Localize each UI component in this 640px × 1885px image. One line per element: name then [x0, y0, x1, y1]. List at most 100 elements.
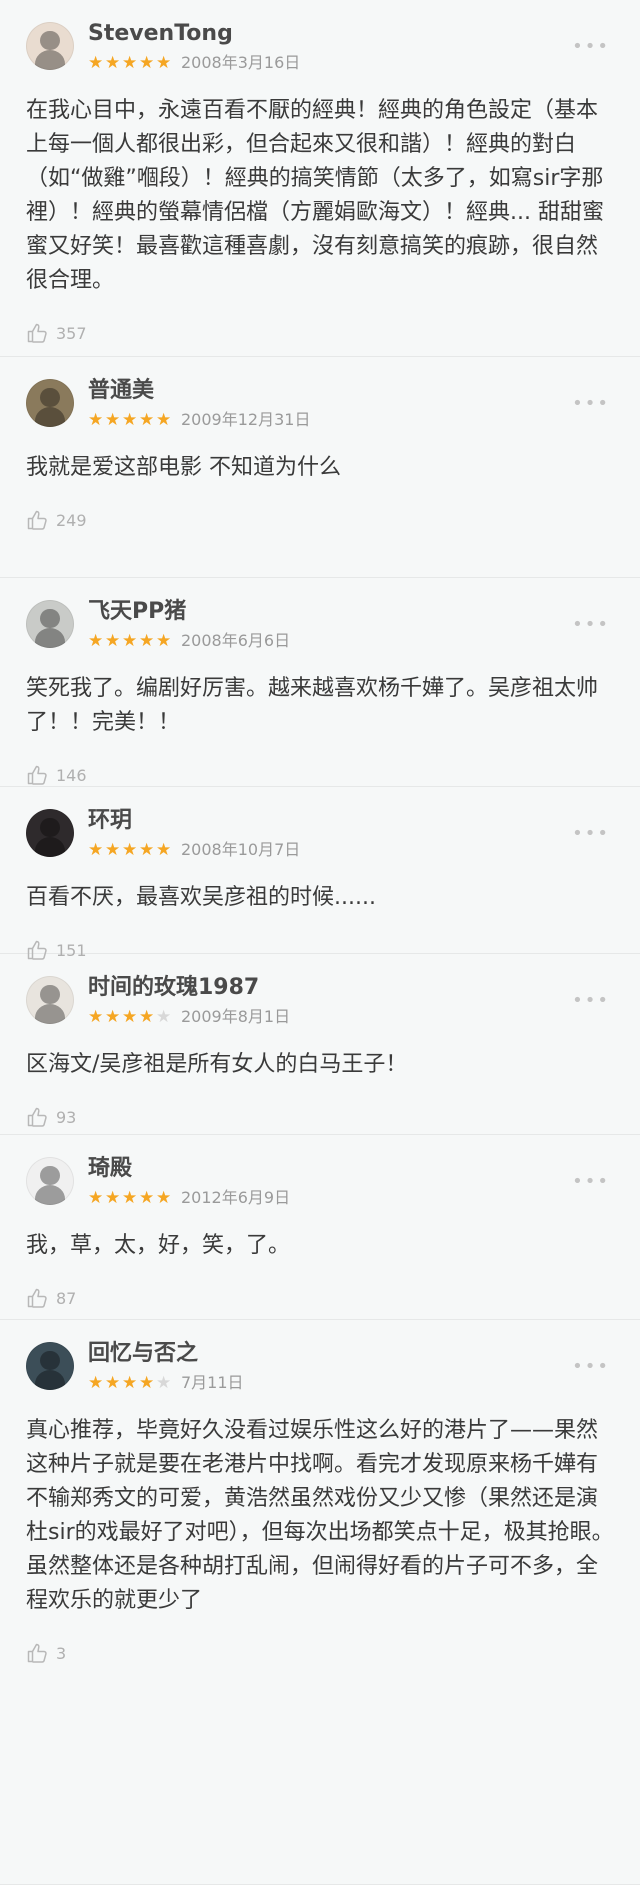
thumbs-up-icon — [27, 765, 47, 785]
review-text: 我，草，太，好，笑，了。 — [26, 1233, 291, 1258]
star-rating: ★ ★ ★ ★ ★ — [88, 1189, 173, 1207]
review-meta: 普通美 ★ ★ ★ ★ ★ 2009年12月31日 — [88, 377, 310, 429]
star-icon: ★ — [139, 410, 155, 430]
review-header: 环玥 ★ ★ ★ ★ ★ 2008年10月7日 — [26, 807, 614, 863]
more-options-icon[interactable]: ••• — [572, 1173, 610, 1191]
rating-line: ★ ★ ★ ★ ★ 2008年10月7日 — [88, 840, 300, 860]
star-icon: ★ — [88, 53, 104, 73]
star-icon: ★ — [88, 1373, 104, 1393]
review-text: 真心推荐，毕竟好久没看过娱乐性这么好的港片了——果然这种片子就是要在老港片中找啊… — [26, 1418, 614, 1613]
more-options-icon[interactable]: ••• — [572, 825, 610, 843]
review-meta: 飞天PP猪 ★ ★ ★ ★ ★ 2008年6月6日 — [88, 598, 291, 651]
star-icon: ★ — [88, 1007, 104, 1027]
review-item: 回忆与否之 ★ ★ ★ ★ ★ 7月11日 ••• 真心推荐，毕竟好久没看过娱乐性这么好… — [0, 1320, 640, 1885]
review-meta: 琦殿 ★ ★ ★ ★ ★ 2012年6月9日 — [88, 1155, 291, 1207]
star-icon: ★ — [156, 1007, 172, 1027]
review-text: 百看不厌，最喜欢吴彦祖的时候...... — [26, 885, 376, 910]
star-icon: ★ — [156, 410, 172, 430]
rating-line: ★ ★ ★ ★ ★ 2009年8月1日 — [88, 1007, 291, 1027]
like-button[interactable]: 93 — [26, 1102, 614, 1132]
star-icon: ★ — [122, 1188, 138, 1208]
avatar[interactable] — [26, 600, 74, 648]
like-count: 3 — [56, 1643, 67, 1663]
star-icon: ★ — [105, 631, 121, 651]
review-header: 回忆与否之 ★ ★ ★ ★ ★ 7月11日 — [26, 1340, 614, 1396]
thumbs-up-icon — [27, 1288, 47, 1308]
review-item: StevenTong ★ ★ ★ ★ ★ 2008年3月16日 ••• 在我心目中，永遠… — [0, 0, 640, 357]
like-button[interactable]: 3 — [26, 1638, 614, 1668]
username[interactable]: StevenTong — [88, 20, 300, 48]
star-icon: ★ — [122, 1373, 138, 1393]
more-options-icon[interactable]: ••• — [572, 395, 610, 413]
avatar[interactable] — [26, 809, 74, 857]
star-icon: ★ — [88, 410, 104, 430]
star-icon: ★ — [122, 840, 138, 860]
star-icon: ★ — [105, 840, 121, 860]
username[interactable]: 环玥 — [88, 807, 300, 835]
review-item: 琦殿 ★ ★ ★ ★ ★ 2012年6月9日 ••• 我，草，太，好，笑，了。 87 — [0, 1135, 640, 1320]
thumbs-up-icon — [27, 323, 47, 343]
like-count: 146 — [56, 765, 87, 785]
star-icon: ★ — [156, 631, 172, 651]
review-text: 我就是爱这部电影 不知道为什么 — [26, 455, 341, 480]
star-icon: ★ — [139, 631, 155, 651]
like-button[interactable]: 357 — [26, 318, 614, 348]
avatar[interactable] — [26, 976, 74, 1024]
star-icon: ★ — [122, 410, 138, 430]
star-icon: ★ — [105, 1188, 121, 1208]
review-date: 2012年6月9日 — [181, 1188, 291, 1207]
avatar[interactable] — [26, 22, 74, 70]
review-header: 琦殿 ★ ★ ★ ★ ★ 2012年6月9日 — [26, 1155, 614, 1211]
review-item: 时间的玫瑰1987 ★ ★ ★ ★ ★ 2009年8月1日 ••• 区海文/吴彦祖是所有… — [0, 954, 640, 1135]
star-icon: ★ — [122, 1007, 138, 1027]
review-list: StevenTong ★ ★ ★ ★ ★ 2008年3月16日 ••• 在我心目中，永遠… — [0, 0, 640, 1885]
like-count: 93 — [56, 1107, 77, 1127]
like-button[interactable]: 249 — [26, 505, 614, 535]
review-text: 笑死我了。编剧好厉害。越来越喜欢杨千嬅了。吴彦祖太帅了！！完美！！ — [26, 676, 599, 735]
thumbs-up-icon — [27, 1643, 47, 1663]
star-icon: ★ — [156, 1188, 172, 1208]
like-button[interactable]: 87 — [26, 1283, 614, 1313]
username[interactable]: 飞天PP猪 — [88, 598, 290, 626]
star-icon: ★ — [139, 1007, 155, 1027]
like-count: 357 — [56, 323, 87, 343]
rating-line: ★ ★ ★ ★ ★ 2008年3月16日 — [88, 53, 301, 73]
avatar[interactable] — [26, 1342, 74, 1390]
review-date: 2008年3月16日 — [181, 53, 301, 72]
review-meta: 环玥 ★ ★ ★ ★ ★ 2008年10月7日 — [88, 807, 300, 860]
like-count: 249 — [56, 510, 87, 530]
username[interactable]: 时间的玫瑰1987 — [88, 974, 290, 1002]
star-icon: ★ — [139, 53, 155, 73]
username[interactable]: 回忆与否之 — [88, 1340, 244, 1368]
star-icon: ★ — [105, 1007, 121, 1027]
avatar[interactable] — [26, 1157, 74, 1205]
star-icon: ★ — [105, 410, 121, 430]
star-rating: ★ ★ ★ ★ ★ — [88, 411, 173, 429]
review-date: 2009年8月1日 — [181, 1007, 291, 1026]
like-count: 87 — [56, 1288, 77, 1308]
review-header: 时间的玫瑰1987 ★ ★ ★ ★ ★ 2009年8月1日 — [26, 974, 614, 1030]
review-item: 环玥 ★ ★ ★ ★ ★ 2008年10月7日 ••• 百看不厌，最喜欢吴彦祖的时候..… — [0, 787, 640, 960]
review-date: 2008年6月6日 — [181, 631, 291, 650]
star-icon: ★ — [122, 53, 138, 73]
more-options-icon[interactable]: ••• — [572, 992, 610, 1010]
more-options-icon[interactable]: ••• — [572, 1358, 610, 1376]
review-meta: 回忆与否之 ★ ★ ★ ★ ★ 7月11日 — [88, 1340, 244, 1392]
avatar[interactable] — [26, 379, 74, 427]
review-header: 飞天PP猪 ★ ★ ★ ★ ★ 2008年6月6日 — [26, 598, 614, 654]
star-icon: ★ — [105, 53, 121, 73]
more-options-icon[interactable]: ••• — [572, 38, 610, 56]
review-item: 普通美 ★ ★ ★ ★ ★ 2009年12月31日 ••• 我就是爱这部电影 不知道为什… — [0, 357, 640, 578]
review-header: StevenTong ★ ★ ★ ★ ★ 2008年3月16日 — [26, 20, 614, 76]
review-meta: 时间的玫瑰1987 ★ ★ ★ ★ ★ 2009年8月1日 — [88, 974, 291, 1027]
like-button[interactable]: 146 — [26, 760, 614, 790]
star-icon: ★ — [88, 840, 104, 860]
username[interactable]: 琦殿 — [88, 1155, 290, 1183]
review-date: 7月11日 — [181, 1373, 244, 1392]
username[interactable]: 普通美 — [88, 377, 310, 405]
star-icon: ★ — [122, 631, 138, 651]
rating-line: ★ ★ ★ ★ ★ 2008年6月6日 — [88, 631, 291, 651]
star-rating: ★ ★ ★ ★ ★ — [88, 1374, 173, 1392]
more-options-icon[interactable]: ••• — [572, 616, 610, 634]
review-header: 普通美 ★ ★ ★ ★ ★ 2009年12月31日 — [26, 377, 614, 433]
